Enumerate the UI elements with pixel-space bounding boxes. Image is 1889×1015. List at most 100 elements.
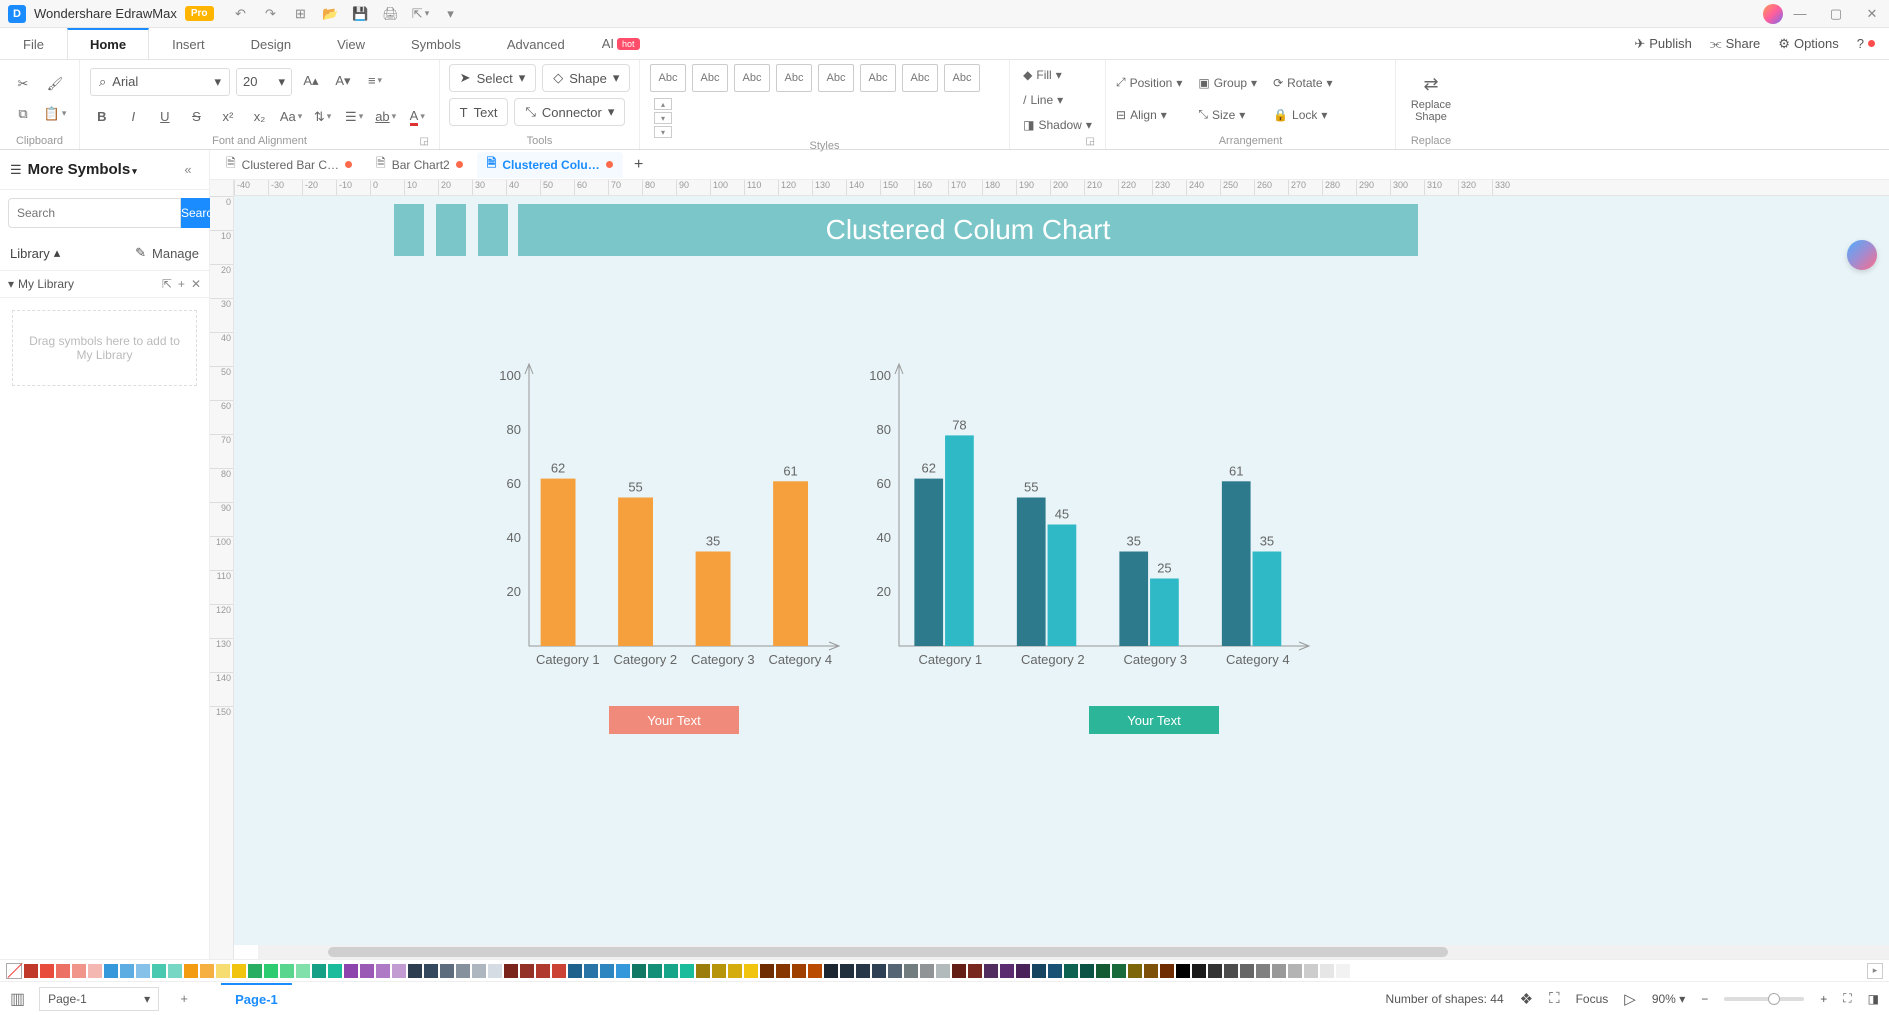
color-swatch-16[interactable] (280, 964, 294, 978)
maximize-icon[interactable]: ▢ (1827, 5, 1845, 23)
line-spacing-icon[interactable]: ⇅ (311, 104, 335, 130)
style-scroll-2[interactable]: ▾ (654, 126, 672, 138)
color-swatch-33[interactable] (552, 964, 566, 978)
chart-right[interactable]: 204060801006278Category 15545Category 23… (859, 356, 1329, 696)
style-swatch-2[interactable]: Abc (734, 64, 770, 92)
color-swatch-13[interactable] (232, 964, 246, 978)
library-dropdown[interactable]: Library▴ (10, 245, 60, 261)
legend-left[interactable]: Your Text (609, 706, 739, 734)
zoom-out-icon[interactable]: − (1701, 992, 1708, 1006)
color-swatch-25[interactable] (424, 964, 438, 978)
group-button[interactable]: ▣Group▾ (1198, 72, 1257, 94)
title-deco-1[interactable] (394, 204, 424, 256)
horizontal-ruler[interactable]: -40-30-20-100102030405060708090100110120… (234, 180, 1889, 196)
color-swatch-73[interactable] (1192, 964, 1206, 978)
align-button[interactable]: ⊟Align▾ (1116, 104, 1182, 126)
assistant-logo-icon[interactable] (1847, 240, 1877, 270)
add-tab-button[interactable]: + (627, 153, 651, 177)
color-swatch-4[interactable] (88, 964, 102, 978)
panel-title[interactable]: More Symbols (28, 161, 131, 178)
collapse-panel-icon[interactable]: « (177, 159, 199, 181)
format-painter-icon[interactable]: 🖌 (42, 71, 68, 97)
shape-format-launcher-icon[interactable]: ◲ (1086, 136, 1095, 147)
color-swatch-82[interactable] (1336, 964, 1350, 978)
color-swatch-57[interactable] (936, 964, 950, 978)
grow-font-icon[interactable]: A▴ (298, 68, 324, 94)
style-swatch-1[interactable]: Abc (692, 64, 728, 92)
add-page-icon[interactable]: + (173, 988, 195, 1010)
page-tab-1[interactable]: Page-1 (221, 983, 292, 1015)
lock-button[interactable]: 🔒Lock▾ (1273, 104, 1332, 126)
subscript-icon[interactable]: x₂ (248, 104, 272, 130)
style-swatch-0[interactable]: Abc (650, 64, 686, 92)
font-launcher-icon[interactable]: ◲ (420, 136, 429, 147)
font-size-combo[interactable]: 20 ▾ (236, 68, 292, 96)
color-swatch-44[interactable] (728, 964, 742, 978)
color-swatch-51[interactable] (840, 964, 854, 978)
style-swatch-5[interactable]: Abc (860, 64, 896, 92)
superscript-icon[interactable]: x² (216, 104, 240, 130)
open-icon[interactable]: 📂 (322, 5, 340, 23)
replace-shape-button[interactable]: ⇄ Replace Shape (1406, 74, 1456, 123)
menu-tab-file[interactable]: File (0, 28, 67, 59)
select-tool-button[interactable]: ➤Select▾ (449, 64, 537, 92)
color-swatch-43[interactable] (712, 964, 726, 978)
color-swatch-70[interactable] (1144, 964, 1158, 978)
color-swatch-23[interactable] (392, 964, 406, 978)
color-swatch-27[interactable] (456, 964, 470, 978)
color-swatch-26[interactable] (440, 964, 454, 978)
color-swatch-31[interactable] (520, 964, 534, 978)
color-swatch-62[interactable] (1016, 964, 1030, 978)
style-scroll-0[interactable]: ▴ (654, 98, 672, 110)
italic-icon[interactable]: I (122, 104, 146, 130)
color-swatch-54[interactable] (888, 964, 902, 978)
style-swatch-6[interactable]: Abc (902, 64, 938, 92)
bold-icon[interactable]: B (90, 104, 114, 130)
ai-tab[interactable]: AI hot (588, 36, 654, 51)
print-icon[interactable]: 🖨 (382, 5, 400, 23)
color-swatch-2[interactable] (56, 964, 70, 978)
color-swatch-78[interactable] (1272, 964, 1286, 978)
style-swatch-4[interactable]: Abc (818, 64, 854, 92)
save-icon[interactable]: 💾 (352, 5, 370, 23)
horizontal-scrollbar[interactable] (258, 945, 1889, 959)
color-swatch-49[interactable] (808, 964, 822, 978)
add-library-icon[interactable]: + (178, 277, 185, 291)
close-library-icon[interactable]: ✕ (191, 277, 201, 291)
color-swatch-17[interactable] (296, 964, 310, 978)
zoom-value[interactable]: 90% ▾ (1652, 992, 1685, 1006)
color-swatch-12[interactable] (216, 964, 230, 978)
publish-button[interactable]: ✈ Publish (1634, 36, 1692, 52)
qat-customize-icon[interactable]: ▾ (442, 5, 460, 23)
color-swatch-41[interactable] (680, 964, 694, 978)
export-icon[interactable]: ⇱ (412, 5, 430, 23)
color-swatch-71[interactable] (1160, 964, 1174, 978)
color-swatch-60[interactable] (984, 964, 998, 978)
color-swatch-38[interactable] (632, 964, 646, 978)
undo-icon[interactable]: ↶ (232, 5, 250, 23)
rotate-button[interactable]: ⟳Rotate▾ (1273, 72, 1332, 94)
cut-icon[interactable]: ✂ (10, 71, 36, 97)
menu-tab-insert[interactable]: Insert (149, 28, 228, 59)
color-swatch-8[interactable] (152, 964, 166, 978)
style-swatch-7[interactable]: Abc (944, 64, 980, 92)
copy-icon[interactable]: ⧉ (10, 101, 36, 127)
color-swatch-35[interactable] (584, 964, 598, 978)
title-deco-3[interactable] (478, 204, 508, 256)
share-button[interactable]: ⫘ Share (1710, 36, 1760, 52)
case-icon[interactable]: Aa (279, 104, 303, 130)
color-swatch-20[interactable] (344, 964, 358, 978)
chart-left[interactable]: 2040608010062Category 155Category 235Cat… (489, 356, 859, 696)
shadow-button[interactable]: ◨Shadow▾ (1023, 114, 1092, 136)
fit-icon[interactable]: ⛶ (1549, 990, 1560, 1007)
color-swatch-72[interactable] (1176, 964, 1190, 978)
library-dropzone[interactable]: Drag symbols here to add to My Library (12, 310, 197, 386)
color-swatch-80[interactable] (1304, 964, 1318, 978)
color-swatch-29[interactable] (488, 964, 502, 978)
close-icon[interactable]: ✕ (1863, 5, 1881, 23)
color-swatch-79[interactable] (1288, 964, 1302, 978)
doc-tab-2[interactable]: 🗎Clustered Colu… (477, 152, 623, 178)
color-swatch-67[interactable] (1096, 964, 1110, 978)
color-swatch-15[interactable] (264, 964, 278, 978)
color-swatch-19[interactable] (328, 964, 342, 978)
